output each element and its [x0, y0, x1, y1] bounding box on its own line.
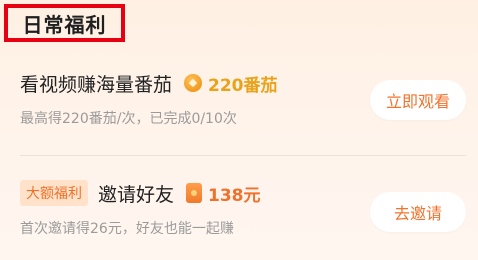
- welfare-panel: 日常福利 看视频赚海量番茄 220番茄 最高得220番茄/次，已完成0/10次 …: [0, 0, 478, 260]
- task-title: 邀请好友: [98, 183, 175, 206]
- task-subtitle: 首次邀请得26元，好友也能一起赚: [20, 221, 234, 237]
- promo-tag: 大额福利: [20, 180, 88, 206]
- task-reward-label: 138元: [208, 185, 261, 206]
- red-envelope-icon: [186, 183, 203, 203]
- invite-button[interactable]: 去邀请: [370, 192, 466, 232]
- task-row-invite-friends: 大额福利 邀请好友 138元 首次邀请得26元，好友也能一起赚 去邀请: [0, 172, 478, 252]
- task-reward-label: 220番茄: [208, 75, 278, 96]
- watch-now-button[interactable]: 立即观看: [370, 80, 466, 120]
- task-reward: 138元: [186, 181, 261, 206]
- task-row-watch-video: 看视频赚海量番茄 220番茄 最高得220番茄/次，已完成0/10次 立即观看: [0, 62, 478, 144]
- divider: [20, 155, 466, 156]
- section-title: 日常福利: [4, 4, 125, 42]
- task-subtitle: 最高得220番茄/次，已完成0/10次: [20, 111, 237, 127]
- task-title: 看视频赚海量番茄: [20, 73, 173, 96]
- task-reward: 220番茄: [184, 71, 278, 96]
- coin-icon: [184, 74, 203, 92]
- task-title-row: 看视频赚海量番茄 220番茄: [20, 68, 278, 98]
- task-title-row: 大额福利 邀请好友 138元: [20, 178, 261, 208]
